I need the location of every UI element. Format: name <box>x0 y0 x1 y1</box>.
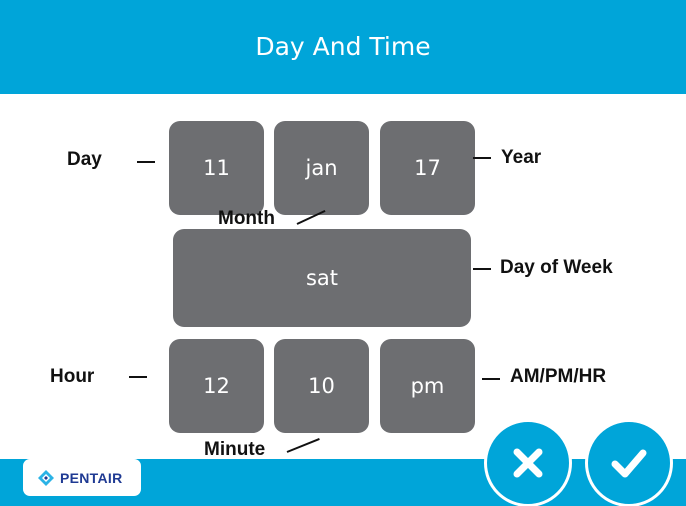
close-icon <box>513 448 543 478</box>
month-annotation: Month <box>218 208 275 229</box>
year-annotation-dash <box>473 157 491 159</box>
month-field[interactable]: jan <box>274 121 369 215</box>
day-field[interactable]: 11 <box>169 121 264 215</box>
day-of-week-annotation-dash <box>473 268 491 270</box>
pentair-mark-icon <box>38 469 54 486</box>
check-icon <box>611 449 647 478</box>
hour-annotation-dash <box>129 376 147 378</box>
ampm-field[interactable]: pm <box>380 339 475 433</box>
minute-annotation: Minute <box>204 439 266 460</box>
cancel-button[interactable] <box>484 419 572 506</box>
ampm-annotation-dash <box>482 378 500 380</box>
day-annotation: Day <box>67 149 102 170</box>
year-annotation: Year <box>501 147 542 168</box>
day-and-time-screen: Day And Time 11 jan 17 sat 12 10 pm Day … <box>0 0 686 506</box>
page-title: Day And Time <box>255 32 431 61</box>
minute-annotation-line <box>286 437 320 453</box>
minute-field[interactable]: 10 <box>274 339 369 433</box>
day-of-week-field[interactable]: sat <box>173 229 471 327</box>
day-of-week-annotation: Day of Week <box>500 257 613 278</box>
hour-annotation: Hour <box>50 366 95 387</box>
logo-text: PENTAIR <box>60 469 123 486</box>
hour-field[interactable]: 12 <box>169 339 264 433</box>
ampm-annotation: AM/PM/HR <box>510 366 607 387</box>
day-annotation-dash <box>137 161 155 163</box>
confirm-button[interactable] <box>585 419 673 506</box>
year-field[interactable]: 17 <box>380 121 475 215</box>
pentair-logo: PENTAIR <box>23 459 141 496</box>
